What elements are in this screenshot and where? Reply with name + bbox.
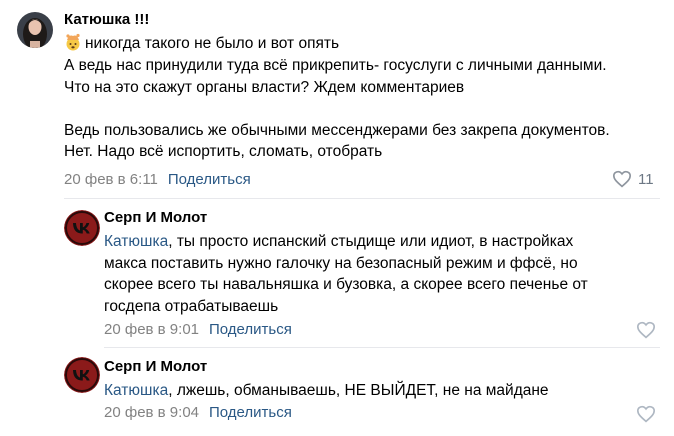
like-button[interactable]: 11: [612, 170, 654, 188]
divider: [64, 198, 660, 199]
comment-text: А ведь нас принудили туда всё прикрепить…: [64, 57, 610, 160]
reply-meta: 20 фев в 9:01 Поделиться: [104, 320, 292, 340]
like-button[interactable]: [636, 321, 656, 339]
heart-icon: [636, 321, 656, 339]
reply-date[interactable]: 20 фев в 9:01: [104, 321, 199, 338]
avatar-katyushka[interactable]: [17, 12, 53, 48]
reply-author[interactable]: Серп И Молот: [104, 357, 207, 377]
reply-text: Катюшка, лжешь, обманываешь, НЕ ВЫЙДЕТ, …: [104, 380, 549, 402]
comment-author[interactable]: Катюшка !!!: [64, 10, 149, 30]
share-button[interactable]: Поделиться: [209, 404, 292, 421]
comment-text-line1: никогда такого не было и вот опять: [85, 35, 340, 52]
heart-icon: [636, 405, 656, 423]
share-button[interactable]: Поделиться: [168, 171, 251, 188]
divider: [104, 347, 660, 348]
reply-body: , ты просто испанский стыдище или идиот,…: [104, 233, 588, 315]
comment-text-first-line: никогда такого не было и вот опять: [64, 33, 339, 58]
reply-body: , лжешь, обманываешь, НЕ ВЫЙДЕТ, не на м…: [168, 382, 549, 399]
vk-logo-icon: [64, 210, 100, 246]
avatar-serp-i-molot[interactable]: [64, 357, 100, 393]
reply-meta: 20 фев в 9:04 Поделиться: [104, 403, 292, 423]
comment-meta: 20 фев в 6:11 Поделиться: [64, 170, 251, 190]
comment-date[interactable]: 20 фев в 6:11: [64, 171, 158, 188]
vk-logo-icon: [64, 357, 100, 393]
like-button[interactable]: [636, 405, 656, 423]
user-photo: [17, 12, 53, 48]
heart-icon: [612, 170, 632, 188]
like-count: 11: [638, 170, 654, 188]
reply-mention[interactable]: Катюшка: [104, 233, 168, 250]
reply-date[interactable]: 20 фев в 9:04: [104, 404, 199, 421]
reply-text: Катюшка, ты просто испанский стыдище или…: [104, 231, 588, 317]
reply-author[interactable]: Серп И Молот: [104, 208, 207, 228]
share-button[interactable]: Поделиться: [209, 321, 292, 338]
exploding-head-emoji: [64, 33, 82, 58]
reply-mention[interactable]: Катюшка: [104, 382, 168, 399]
avatar-serp-i-molot[interactable]: [64, 210, 100, 246]
